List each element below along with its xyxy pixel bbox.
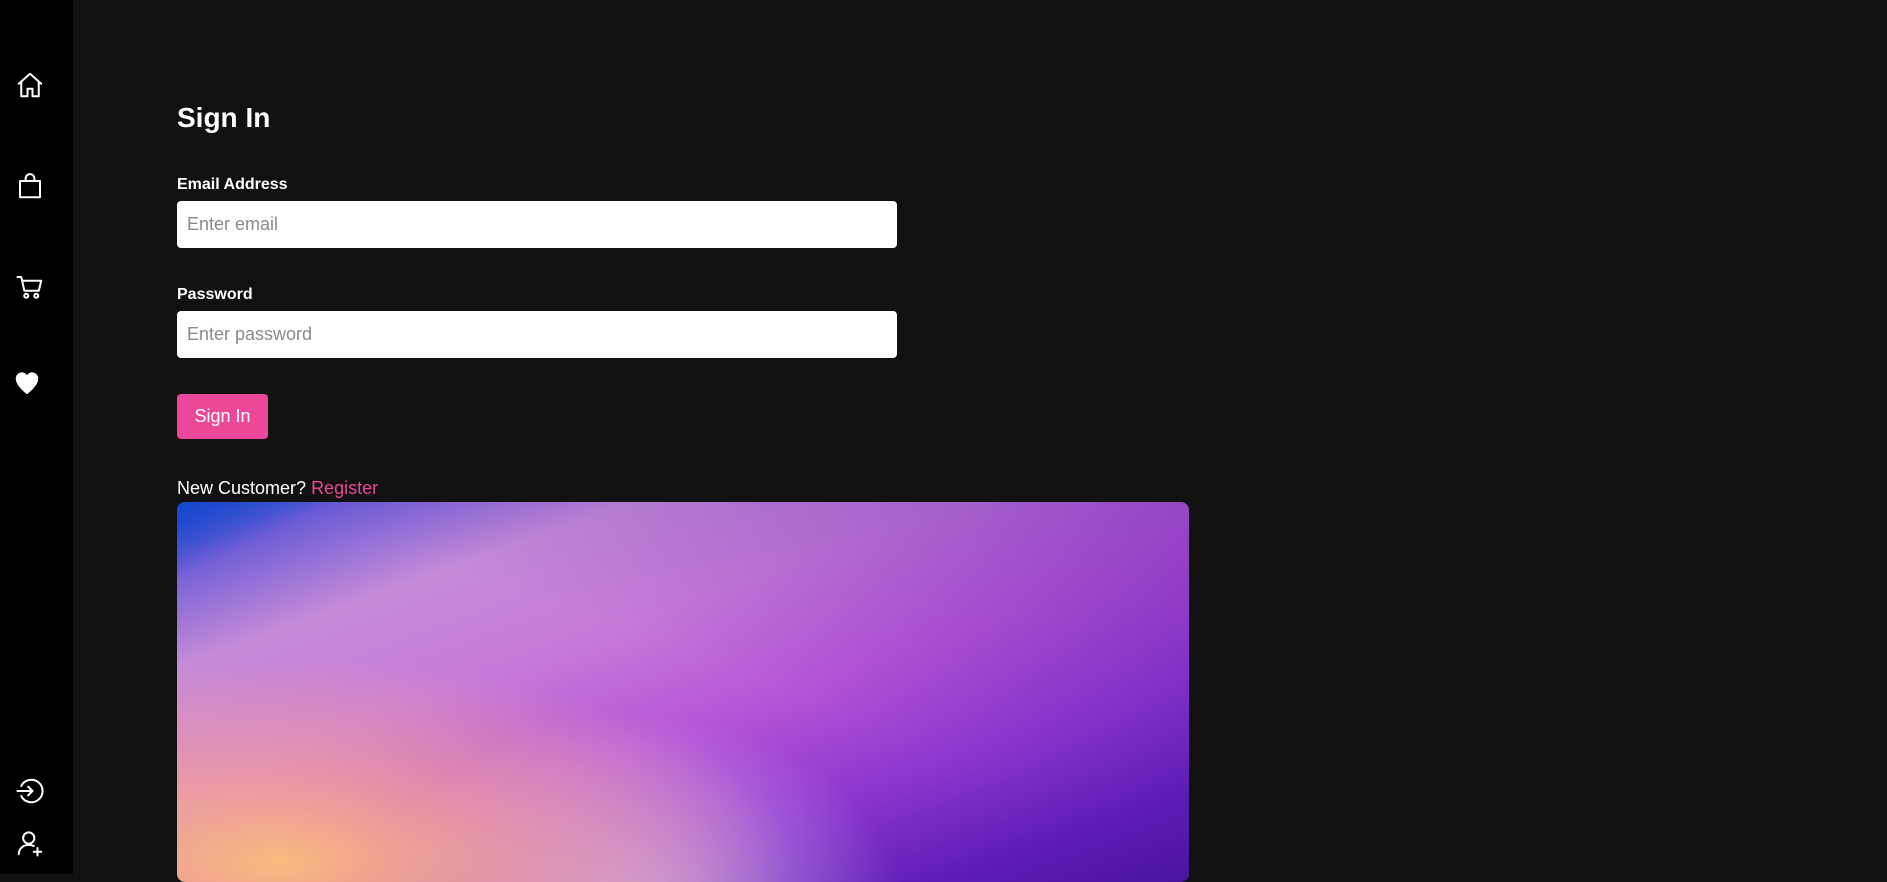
heart-icon[interactable] (11, 367, 43, 399)
cart-icon[interactable] (14, 271, 46, 303)
new-customer-text: New Customer? (177, 478, 307, 498)
page-title: Sign In (177, 102, 271, 133)
home-icon[interactable] (14, 69, 46, 101)
register-prompt: New Customer? Register (177, 478, 378, 499)
email-label: Email Address (177, 176, 288, 193)
password-input[interactable] (177, 311, 897, 358)
user-plus-icon[interactable] (14, 827, 46, 859)
sign-in-button[interactable]: Sign In (177, 394, 268, 439)
hero-image (177, 502, 1189, 882)
email-input[interactable] (177, 201, 897, 248)
login-icon[interactable] (14, 775, 46, 807)
main-content: Sign In Email Address Password Sign In N… (73, 0, 1887, 882)
password-label: Password (177, 286, 253, 303)
register-link[interactable]: Register (311, 478, 378, 498)
sidebar (0, 0, 73, 874)
shopping-bag-icon[interactable] (14, 170, 46, 202)
